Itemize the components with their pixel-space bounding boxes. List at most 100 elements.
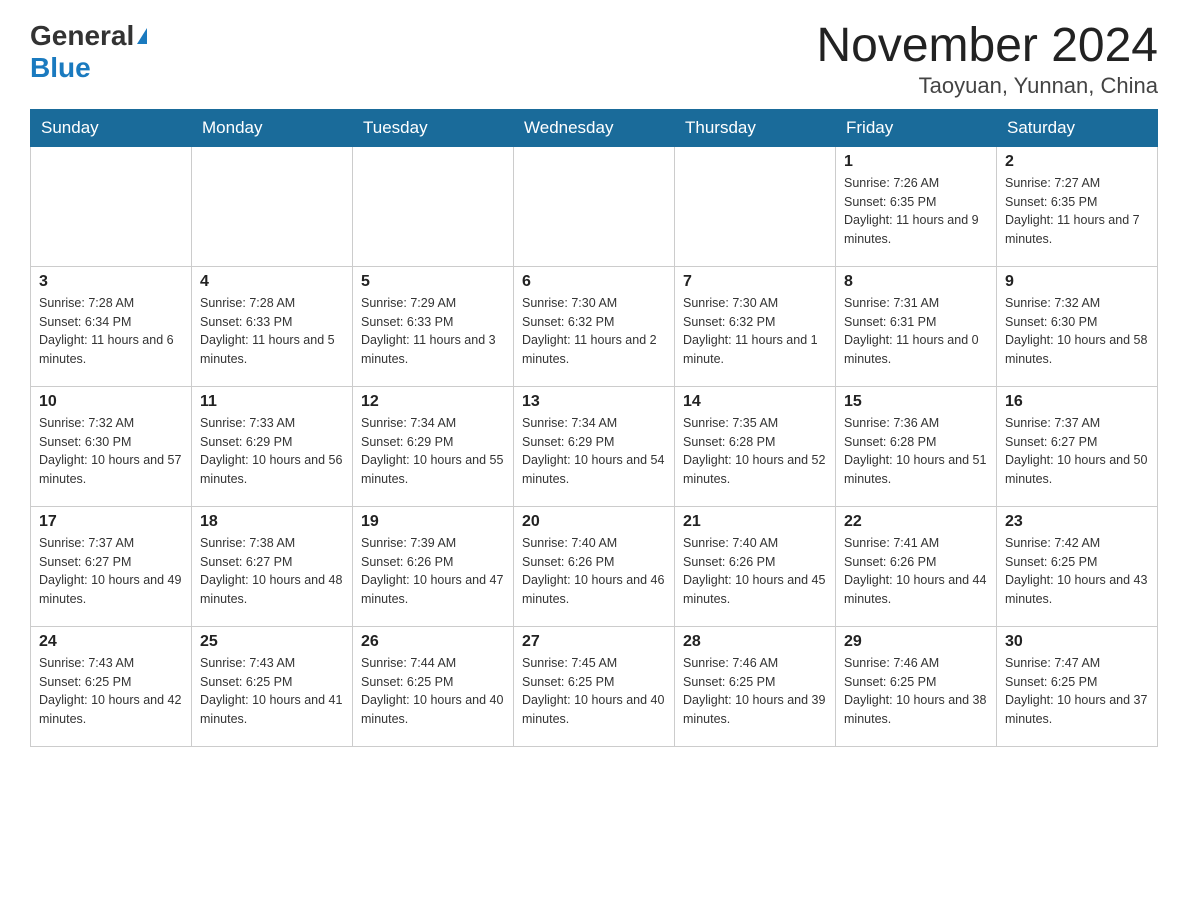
day-number: 16: [1005, 393, 1149, 411]
calendar-cell: 6Sunrise: 7:30 AMSunset: 6:32 PMDaylight…: [514, 266, 675, 386]
calendar-cell: 8Sunrise: 7:31 AMSunset: 6:31 PMDaylight…: [836, 266, 997, 386]
calendar-header-row: SundayMondayTuesdayWednesdayThursdayFrid…: [31, 109, 1158, 146]
day-number: 24: [39, 633, 183, 651]
day-number: 2: [1005, 153, 1149, 171]
day-number: 18: [200, 513, 344, 531]
day-info: Sunrise: 7:44 AMSunset: 6:25 PMDaylight:…: [361, 654, 505, 729]
title-area: November 2024 Taoyuan, Yunnan, China: [816, 20, 1158, 99]
calendar-cell: [192, 146, 353, 266]
calendar-cell: 2 Sunrise: 7:27 AMSunset: 6:35 PMDaylight…: [997, 146, 1158, 266]
page-subtitle: Taoyuan, Yunnan, China: [816, 73, 1158, 99]
calendar-weekday-header: Monday: [192, 109, 353, 146]
day-info: Sunrise: 7:39 AMSunset: 6:26 PMDaylight:…: [361, 534, 505, 609]
day-info: Sunrise: 7:47 AMSunset: 6:25 PMDaylight:…: [1005, 654, 1149, 729]
calendar-cell: 24 Sunrise: 7:43 AMSunset: 6:25 PMDayligh…: [31, 626, 192, 746]
calendar-cell: 9 Sunrise: 7:32 AMSunset: 6:30 PMDaylight…: [997, 266, 1158, 386]
day-number: 6: [522, 273, 666, 291]
page-title: November 2024: [816, 20, 1158, 73]
day-info: Sunrise: 7:32 AMSunset: 6:30 PMDaylight:…: [39, 414, 183, 489]
day-number: 25: [200, 633, 344, 651]
calendar-cell: 5Sunrise: 7:29 AMSunset: 6:33 PMDaylight…: [353, 266, 514, 386]
calendar-cell: 1 Sunrise: 7:26 AMSunset: 6:35 PMDaylight…: [836, 146, 997, 266]
day-info: Sunrise: 7:31 AMSunset: 6:31 PMDaylight:…: [844, 294, 988, 369]
calendar-cell: 28 Sunrise: 7:46 AMSunset: 6:25 PMDayligh…: [675, 626, 836, 746]
calendar-cell: [514, 146, 675, 266]
day-number: 9: [1005, 273, 1149, 291]
day-info: Sunrise: 7:41 AMSunset: 6:26 PMDaylight:…: [844, 534, 988, 609]
day-number: 21: [683, 513, 827, 531]
day-info: Sunrise: 7:37 AMSunset: 6:27 PMDaylight:…: [39, 534, 183, 609]
calendar-weekday-header: Tuesday: [353, 109, 514, 146]
calendar-weekday-header: Sunday: [31, 109, 192, 146]
day-number: 17: [39, 513, 183, 531]
calendar-cell: 14Sunrise: 7:35 AMSunset: 6:28 PMDayligh…: [675, 386, 836, 506]
day-info: Sunrise: 7:33 AMSunset: 6:29 PMDaylight:…: [200, 414, 344, 489]
calendar-cell: 11 Sunrise: 7:33 AMSunset: 6:29 PMDayligh…: [192, 386, 353, 506]
calendar-cell: 27 Sunrise: 7:45 AMSunset: 6:25 PMDayligh…: [514, 626, 675, 746]
calendar-cell: 12 Sunrise: 7:34 AMSunset: 6:29 PMDayligh…: [353, 386, 514, 506]
day-number: 1: [844, 153, 988, 171]
week-row: 3Sunrise: 7:28 AMSunset: 6:34 PMDaylight…: [31, 266, 1158, 386]
calendar-cell: 26 Sunrise: 7:44 AMSunset: 6:25 PMDayligh…: [353, 626, 514, 746]
day-info: Sunrise: 7:32 AMSunset: 6:30 PMDaylight:…: [1005, 294, 1149, 369]
calendar-cell: 16 Sunrise: 7:37 AMSunset: 6:27 PMDayligh…: [997, 386, 1158, 506]
day-number: 30: [1005, 633, 1149, 651]
week-row: 1 Sunrise: 7:26 AMSunset: 6:35 PMDaylight…: [31, 146, 1158, 266]
day-number: 27: [522, 633, 666, 651]
week-row: 10 Sunrise: 7:32 AMSunset: 6:30 PMDayligh…: [31, 386, 1158, 506]
day-number: 11: [200, 393, 344, 411]
day-info: Sunrise: 7:43 AMSunset: 6:25 PMDaylight:…: [39, 654, 183, 729]
calendar-cell: 30 Sunrise: 7:47 AMSunset: 6:25 PMDayligh…: [997, 626, 1158, 746]
day-info: Sunrise: 7:30 AMSunset: 6:32 PMDaylight:…: [683, 294, 827, 369]
day-info: Sunrise: 7:27 AMSunset: 6:35 PMDaylight:…: [1005, 174, 1149, 249]
day-info: Sunrise: 7:29 AMSunset: 6:33 PMDaylight:…: [361, 294, 505, 369]
day-info: Sunrise: 7:46 AMSunset: 6:25 PMDaylight:…: [844, 654, 988, 729]
calendar-cell: 3Sunrise: 7:28 AMSunset: 6:34 PMDaylight…: [31, 266, 192, 386]
day-info: Sunrise: 7:43 AMSunset: 6:25 PMDaylight:…: [200, 654, 344, 729]
day-number: 29: [844, 633, 988, 651]
day-number: 26: [361, 633, 505, 651]
calendar-cell: 19 Sunrise: 7:39 AMSunset: 6:26 PMDayligh…: [353, 506, 514, 626]
calendar-cell: 17 Sunrise: 7:37 AMSunset: 6:27 PMDayligh…: [31, 506, 192, 626]
calendar-cell: 7 Sunrise: 7:30 AMSunset: 6:32 PMDaylight…: [675, 266, 836, 386]
day-number: 4: [200, 273, 344, 291]
day-info: Sunrise: 7:45 AMSunset: 6:25 PMDaylight:…: [522, 654, 666, 729]
day-number: 23: [1005, 513, 1149, 531]
day-info: Sunrise: 7:37 AMSunset: 6:27 PMDaylight:…: [1005, 414, 1149, 489]
day-number: 22: [844, 513, 988, 531]
day-number: 12: [361, 393, 505, 411]
day-info: Sunrise: 7:46 AMSunset: 6:25 PMDaylight:…: [683, 654, 827, 729]
day-info: Sunrise: 7:28 AMSunset: 6:34 PMDaylight:…: [39, 294, 183, 369]
day-info: Sunrise: 7:35 AMSunset: 6:28 PMDaylight:…: [683, 414, 827, 489]
calendar-cell: 10 Sunrise: 7:32 AMSunset: 6:30 PMDayligh…: [31, 386, 192, 506]
day-number: 13: [522, 393, 666, 411]
day-number: 10: [39, 393, 183, 411]
day-info: Sunrise: 7:26 AMSunset: 6:35 PMDaylight:…: [844, 174, 988, 249]
day-info: Sunrise: 7:42 AMSunset: 6:25 PMDaylight:…: [1005, 534, 1149, 609]
calendar-weekday-header: Friday: [836, 109, 997, 146]
calendar-cell: 18 Sunrise: 7:38 AMSunset: 6:27 PMDayligh…: [192, 506, 353, 626]
calendar-cell: 23 Sunrise: 7:42 AMSunset: 6:25 PMDayligh…: [997, 506, 1158, 626]
calendar-cell: [675, 146, 836, 266]
calendar-cell: 15Sunrise: 7:36 AMSunset: 6:28 PMDayligh…: [836, 386, 997, 506]
logo: General Blue: [30, 20, 147, 84]
day-info: Sunrise: 7:28 AMSunset: 6:33 PMDaylight:…: [200, 294, 344, 369]
logo-arrow-icon: [137, 28, 147, 44]
day-info: Sunrise: 7:34 AMSunset: 6:29 PMDaylight:…: [522, 414, 666, 489]
day-info: Sunrise: 7:34 AMSunset: 6:29 PMDaylight:…: [361, 414, 505, 489]
logo-blue-text: Blue: [30, 52, 91, 84]
day-number: 19: [361, 513, 505, 531]
day-number: 28: [683, 633, 827, 651]
calendar-weekday-header: Saturday: [997, 109, 1158, 146]
calendar-cell: 29 Sunrise: 7:46 AMSunset: 6:25 PMDayligh…: [836, 626, 997, 746]
calendar-cell: 22 Sunrise: 7:41 AMSunset: 6:26 PMDayligh…: [836, 506, 997, 626]
calendar-cell: 21Sunrise: 7:40 AMSunset: 6:26 PMDayligh…: [675, 506, 836, 626]
day-info: Sunrise: 7:38 AMSunset: 6:27 PMDaylight:…: [200, 534, 344, 609]
week-row: 24 Sunrise: 7:43 AMSunset: 6:25 PMDayligh…: [31, 626, 1158, 746]
logo-general-text: General: [30, 20, 134, 52]
week-row: 17 Sunrise: 7:37 AMSunset: 6:27 PMDayligh…: [31, 506, 1158, 626]
day-number: 7: [683, 273, 827, 291]
calendar-cell: [353, 146, 514, 266]
calendar-cell: 20Sunrise: 7:40 AMSunset: 6:26 PMDayligh…: [514, 506, 675, 626]
calendar-cell: [31, 146, 192, 266]
